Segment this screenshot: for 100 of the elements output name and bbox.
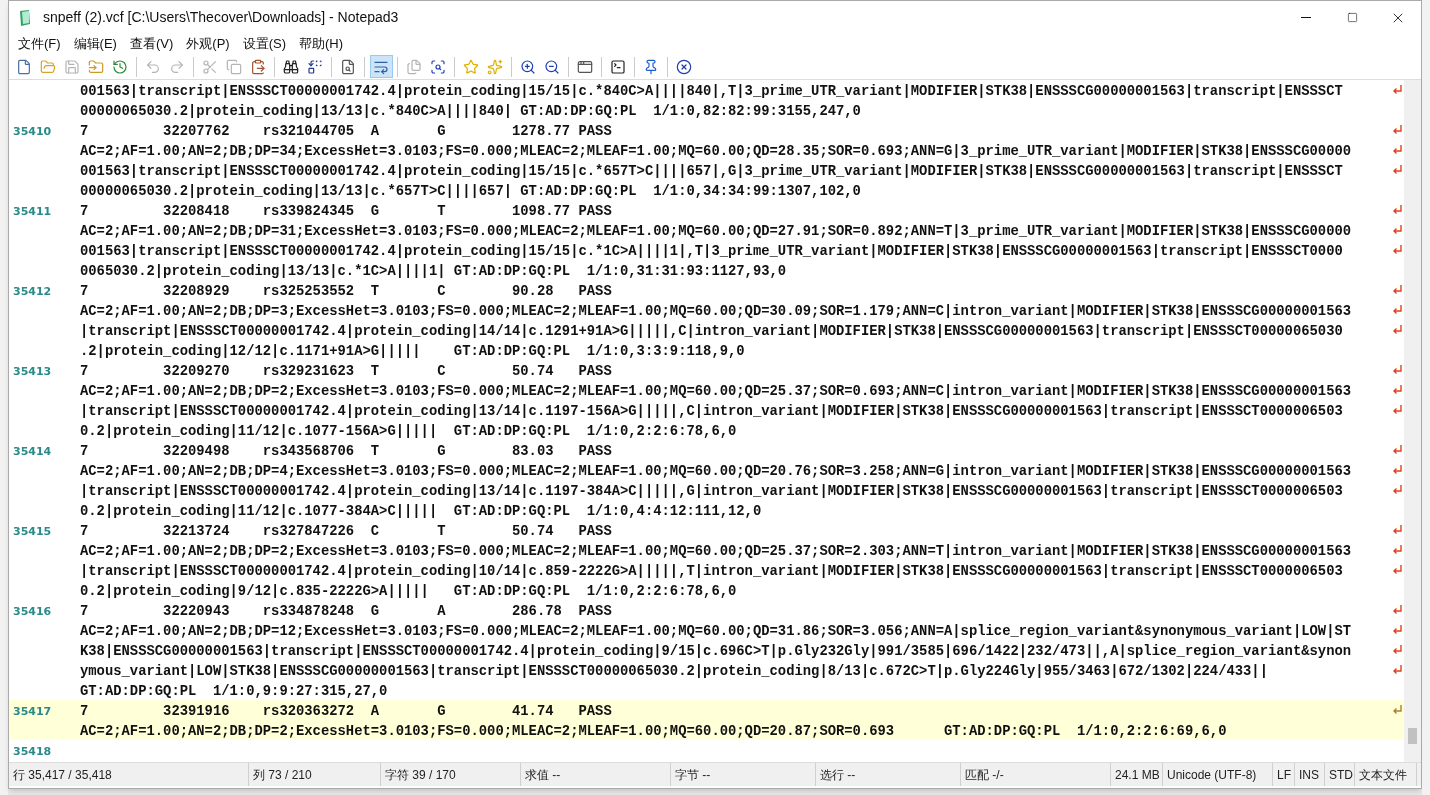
wrap-mark-icon — [1391, 444, 1403, 456]
code-line: 7 32208418 rs339824345 G T 1098.77 PASS — [80, 203, 612, 219]
status-field: 行 35,417 / 35,418 — [13, 765, 112, 784]
menu-item[interactable]: 查看(V) — [125, 34, 178, 54]
menu-item[interactable]: 帮助(H) — [295, 34, 348, 54]
wrap-mark-icon — [1391, 384, 1403, 396]
file-icon — [16, 58, 32, 75]
wrap-mark-icon — [1391, 304, 1403, 316]
status-field: Unicode (UTF-8) — [1167, 765, 1257, 784]
code-line: AC=2;AF=1.00;AN=2;DB;DP=3;ExcessHet=3.0103;FS=0.000;MLEAC=2;MLEAF=1.00;MQ=60.00;QD=30.09;SOR=1.179;ANN=C|intron_variant|MODIFIER|STK38|ENSSSCG00000001563 — [80, 303, 1352, 319]
status-field: 文本文件 — [1359, 765, 1407, 784]
wrap-mark-icon — [1391, 144, 1403, 156]
code-line: AC=2;AF=1.00;AN=2;DB;DP=4;ExcessHet=3.0103;FS=0.000;MLEAC=2;MLEAF=1.00;MQ=60.00;QD=20.76;SOR=3.258;ANN=G|intron_variant|MODIFIER|STK38|ENSSSCG00000001563 — [80, 463, 1352, 479]
app-logo-icon — [17, 8, 33, 27]
line-number: 35416 — [13, 605, 52, 618]
replace-icon — [307, 58, 323, 75]
code-line: 0065030.2|protein_coding|13/13|c.*1C>A||||1| GT:AD:DP:GQ:PL 1/1:0,31:31:93:1127,93,0 — [80, 263, 787, 279]
status-field: 24.1 MB — [1115, 765, 1160, 784]
wrap-mark-icon — [1391, 84, 1403, 96]
wrap-mark-icon — [1391, 324, 1403, 336]
zoom-out-icon — [544, 58, 560, 75]
save-icon — [64, 58, 80, 75]
wrap-mark-icon — [1391, 704, 1403, 716]
wrap-mark-icon — [1391, 404, 1403, 416]
status-field: 选行 -- — [820, 765, 856, 784]
code-line: 0.2|protein_coding|11/12|c.1077-156A>G||||| GT:AD:DP:GQ:PL 1/1:0,2:2:6:78,6,0 — [80, 423, 737, 439]
documents-icon — [406, 58, 422, 75]
code-line: 7 32209270 rs329231623 T C 50.74 PASS — [80, 363, 612, 379]
code-line: |transcript|ENSSSCT00000001742.4|protein_coding|13/14|c.1197-384A>C|||||,G|intron_variant|MODIFIER|STK38|ENSSSCG00000001563|transcript|ENSSSCT0000006503 — [80, 483, 1343, 499]
wrap-mark-icon — [1391, 644, 1403, 656]
code-line: 00000065030.2|protein_coding|13/13|c.*840C>A||||840| GT:AD:DP:GQ:PL 1/1:0,82:82:99:3155,247,0 — [80, 103, 861, 119]
status-field: 匹配 -/- — [965, 765, 1004, 784]
line-number: 35418 — [13, 745, 52, 758]
word-wrap-button[interactable] — [369, 55, 393, 78]
wrap-mark-icon — [1391, 564, 1403, 576]
code-line: |transcript|ENSSSCT00000001742.4|protein_coding|13/14|c.1197-156A>G|||||,C|intron_variant|MODIFIER|STK38|ENSSSCG00000001563|transcript|ENSSSCT0000006503 — [80, 403, 1343, 419]
wrap-mark-icon — [1391, 524, 1403, 536]
maximize-icon — [1346, 12, 1358, 23]
status-field: 字符 39 / 170 — [385, 765, 456, 784]
undo-icon — [145, 58, 161, 75]
code-line: AC=2;AF=1.00;AN=2;DB;DP=2;ExcessHet=3.0103;FS=0.000;MLEAC=2;MLEAF=1.00;MQ=60.00;QD=25.37;SOR=0.693;ANN=C|intron_variant|MODIFIER|STK38|ENSSSCG00000001563 — [80, 383, 1352, 399]
wrap-mark-icon — [1391, 604, 1403, 616]
wrap-mark-icon — [1391, 624, 1403, 636]
wrap-mark-icon — [1391, 544, 1403, 556]
wrap-mark-icon — [1391, 664, 1403, 676]
folder-icon — [40, 58, 56, 75]
wrap-mark-icon — [1391, 224, 1403, 236]
code-line: 00000065030.2|protein_coding|13/13|c.*657T>C||||657| GT:AD:DP:GQ:PL 1/1:0,34:34:99:1307,102,0 — [80, 183, 861, 199]
terminal-icon — [610, 58, 626, 75]
menu-item[interactable]: 设置(S) — [238, 34, 290, 54]
code-line: 7 32213724 rs327847226 C T 50.74 PASS — [80, 523, 612, 539]
history-icon — [112, 58, 128, 75]
window-icon — [577, 58, 593, 75]
wrap-mark-icon — [1391, 244, 1403, 256]
menu-item[interactable]: 外观(P) — [182, 34, 234, 54]
code-line: .2|protein_coding|12/12|c.1171+91A>G||||| GT:AD:DP:GQ:PL 1/1:0,3:3:9:118,9,0 — [80, 343, 745, 359]
menu-item[interactable]: 编辑(E) — [69, 34, 121, 54]
window-title: snpeff (2).vcf [C:\Users\Thecover\Downloads] - Notepad3 — [43, 8, 399, 27]
wrap-mark-icon — [1391, 164, 1403, 176]
vertical-scrollbar[interactable] — [1404, 80, 1421, 762]
minimize-icon — [1301, 17, 1311, 18]
line-number: 35412 — [13, 285, 52, 298]
close-icon — [676, 58, 692, 75]
line-number: 35417 — [13, 705, 52, 718]
line-number: 35410 — [13, 125, 52, 138]
code-line: 7 32209498 rs343568706 T G 83.03 PASS — [80, 443, 612, 459]
code-line: AC=2;AF=1.00;AN=2;DB;DP=34;ExcessHet=3.0103;FS=0.000;MLEAC=2;MLEAF=1.00;MQ=60.00;QD=28.35;SOR=0.693;ANN=G|3_prime_UTR_variant|MODIFIER|STK38|ENSSSCG00000 — [80, 143, 1352, 159]
status-field: 求值 -- — [525, 765, 561, 784]
scrollbar-thumb[interactable] — [1408, 728, 1417, 744]
status-field: LF — [1277, 765, 1291, 784]
wrap-mark-icon — [1391, 204, 1403, 216]
search-icon — [340, 58, 356, 75]
wrap-mark-icon — [1391, 464, 1403, 476]
wrap-mark-icon — [1391, 364, 1403, 376]
menu-item[interactable]: 文件(F) — [14, 34, 65, 54]
code-line: K38|ENSSSCG00000001563|transcript|ENSSSCT00000001742.4|protein_coding|9/15|c.696C>T|p.Gly232Gly|991/3585|696/1422|232/473||,A|splice_region_variant&synon — [80, 643, 1352, 659]
code-line: ymous_variant|LOW|STK38|ENSSSCG00000001563|transcript|ENSSSCT00000065030.2|protein_coding|8/13|c.672C>T|p.Gly224Gly|955/3463|672/1302|224/433|| — [80, 663, 1268, 679]
wrap-mark-icon — [1391, 484, 1403, 496]
code-line: AC=2;AF=1.00;AN=2;DB;DP=2;ExcessHet=3.0103;FS=0.000;MLEAC=2;MLEAF=1.00;MQ=60.00;QD=20.87;SOR=0.693 GT:AD:DP:GQ:PL 1/1:0,2:2:6:69,6,0 — [80, 723, 1227, 739]
code-line: GT:AD:DP:GQ:PL 1/1:0,9:9:27:315,27,0 — [80, 683, 388, 699]
status-field: 列 73 / 210 — [253, 765, 312, 784]
code-line: 0.2|protein_coding|9/12|c.835-2222G>A||||| GT:AD:DP:GQ:PL 1/1:0,2:2:6:78,6,0 — [80, 583, 737, 599]
scissors-icon — [202, 58, 218, 75]
code-line: AC=2;AF=1.00;AN=2;DB;DP=2;ExcessHet=3.0103;FS=0.000;MLEAC=2;MLEAF=1.00;MQ=60.00;QD=25.37;SOR=2.303;ANN=T|intron_variant|MODIFIER|STK38|ENSSSCG00000001563 — [80, 543, 1352, 559]
code-line: AC=2;AF=1.00;AN=2;DB;DP=31;ExcessHet=3.0103;FS=0.000;MLEAC=2;MLEAF=1.00;MQ=60.00;QD=27.91;SOR=0.892;ANN=T|3_prime_UTR_variant|MODIFIER|STK38|ENSSSCG00000 — [80, 223, 1352, 239]
wrap-mark-icon — [1391, 124, 1403, 136]
code-line: 7 32391916 rs320363272 A G 41.74 PASS — [80, 703, 612, 719]
clipboard-icon — [250, 58, 266, 75]
status-field: INS — [1299, 765, 1319, 784]
folder-icon — [88, 58, 104, 75]
status-field: STD — [1329, 765, 1353, 784]
code-line: 7 32208929 rs325253552 T C 90.28 PASS — [80, 283, 612, 299]
line-number: 35415 — [13, 525, 52, 538]
line-number: 35413 — [13, 365, 52, 378]
code-line: AC=2;AF=1.00;AN=2;DB;DP=12;ExcessHet=3.0103;FS=0.000;MLEAC=2;MLEAF=1.00;MQ=60.00;QD=31.86;SOR=3.056;ANN=A|splice_region_variant&synonymous_variant|LOW|ST — [80, 623, 1352, 639]
wrap-mark-icon — [1391, 284, 1403, 296]
code-line: 7 32220943 rs334878248 G A 286.78 PASS — [80, 603, 612, 619]
line-number: 35411 — [13, 205, 52, 218]
binoculars-icon — [283, 58, 299, 75]
code-line: |transcript|ENSSSCT00000001742.4|protein_coding|14/14|c.1291+91A>G|||||,C|intron_variant|MODIFIER|STK38|ENSSSCG00000001563|transcript|ENSSSCT00000065030 — [80, 323, 1343, 339]
